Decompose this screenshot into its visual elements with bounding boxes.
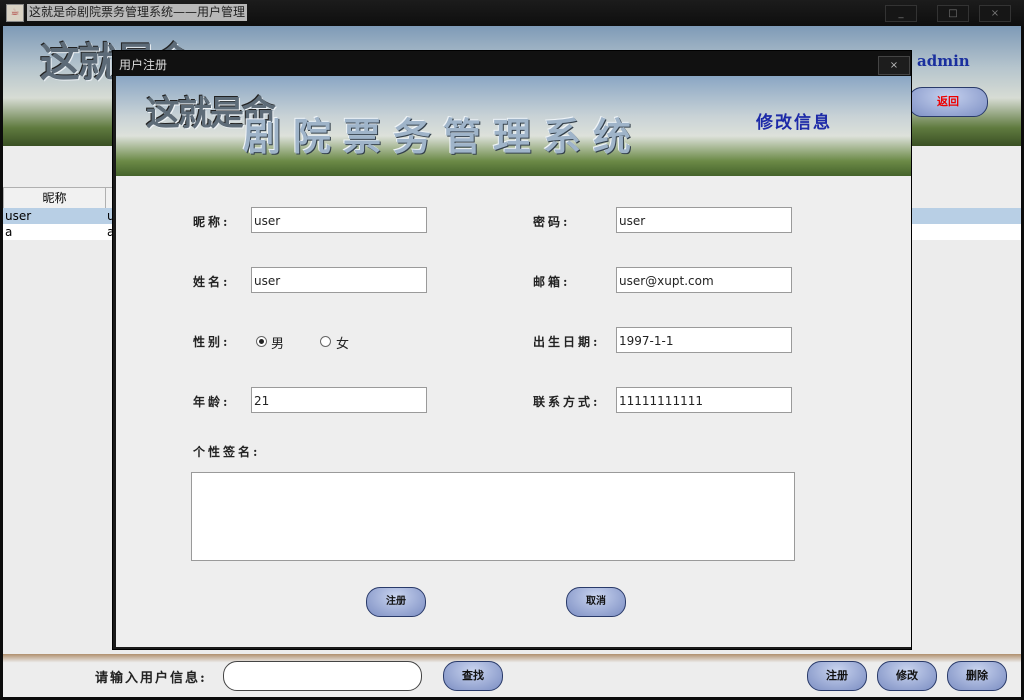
- dialog-titlebar: [113, 51, 911, 76]
- age-field[interactable]: 21: [251, 387, 427, 413]
- signature-label: 个性签名:: [193, 445, 261, 459]
- search-label: 请输入用户信息:: [95, 671, 207, 686]
- dialog-banner-subtitle: 修改信息: [756, 113, 832, 133]
- gender-label: 性别:: [193, 335, 231, 349]
- maximize-button[interactable]: □: [937, 5, 969, 22]
- close-button[interactable]: ×: [979, 5, 1011, 22]
- contact-field[interactable]: 11111111111: [616, 387, 792, 413]
- gender-male-radio[interactable]: [256, 336, 267, 347]
- name-label: 姓名:: [193, 275, 231, 289]
- delete-button[interactable]: 删除: [947, 661, 1007, 691]
- signature-textarea[interactable]: [191, 472, 795, 561]
- search-input[interactable]: [223, 661, 422, 691]
- dialog-cancel-button[interactable]: 取消: [566, 587, 626, 617]
- table-cell: a: [5, 225, 13, 239]
- birthday-label: 出生日期:: [533, 335, 601, 349]
- password-field[interactable]: user: [616, 207, 792, 233]
- gender-female-radio[interactable]: [320, 336, 331, 347]
- nickname-field[interactable]: user: [251, 207, 427, 233]
- minimize-button[interactable]: _: [885, 5, 917, 22]
- gender-female-label: 女: [336, 337, 350, 352]
- current-user-label: admin: [917, 52, 970, 70]
- register-button[interactable]: 注册: [807, 661, 867, 691]
- gender-male-label: 男: [271, 337, 285, 352]
- search-button[interactable]: 查找: [443, 661, 503, 691]
- window-title: 这就是命剧院票务管理系统——用户管理: [27, 4, 248, 21]
- dialog-register-button[interactable]: 注册: [366, 587, 426, 617]
- password-label: 密码:: [533, 215, 571, 229]
- email-label: 邮箱:: [533, 275, 571, 289]
- register-dialog: 用户注册 × 这就是命 剧院票务管理系统 修改信息 昵称: user 姓名: u…: [112, 50, 912, 650]
- java-icon: ☕: [6, 4, 24, 22]
- dialog-close-button[interactable]: ×: [878, 56, 910, 75]
- birthday-field[interactable]: 1997-1-1: [616, 327, 792, 353]
- edit-button[interactable]: 修改: [877, 661, 937, 691]
- email-field[interactable]: user@xupt.com: [616, 267, 792, 293]
- dialog-banner-title: 剧院票务管理系统: [243, 114, 644, 159]
- dialog-title: 用户注册: [119, 58, 168, 72]
- back-button[interactable]: 返回: [908, 87, 988, 117]
- column-header-nickname[interactable]: 昵称: [3, 187, 106, 210]
- name-field[interactable]: user: [251, 267, 427, 293]
- contact-label: 联系方式:: [533, 395, 601, 409]
- nickname-label: 昵称:: [193, 215, 231, 229]
- age-label: 年龄:: [193, 395, 231, 409]
- table-cell: user: [5, 209, 32, 223]
